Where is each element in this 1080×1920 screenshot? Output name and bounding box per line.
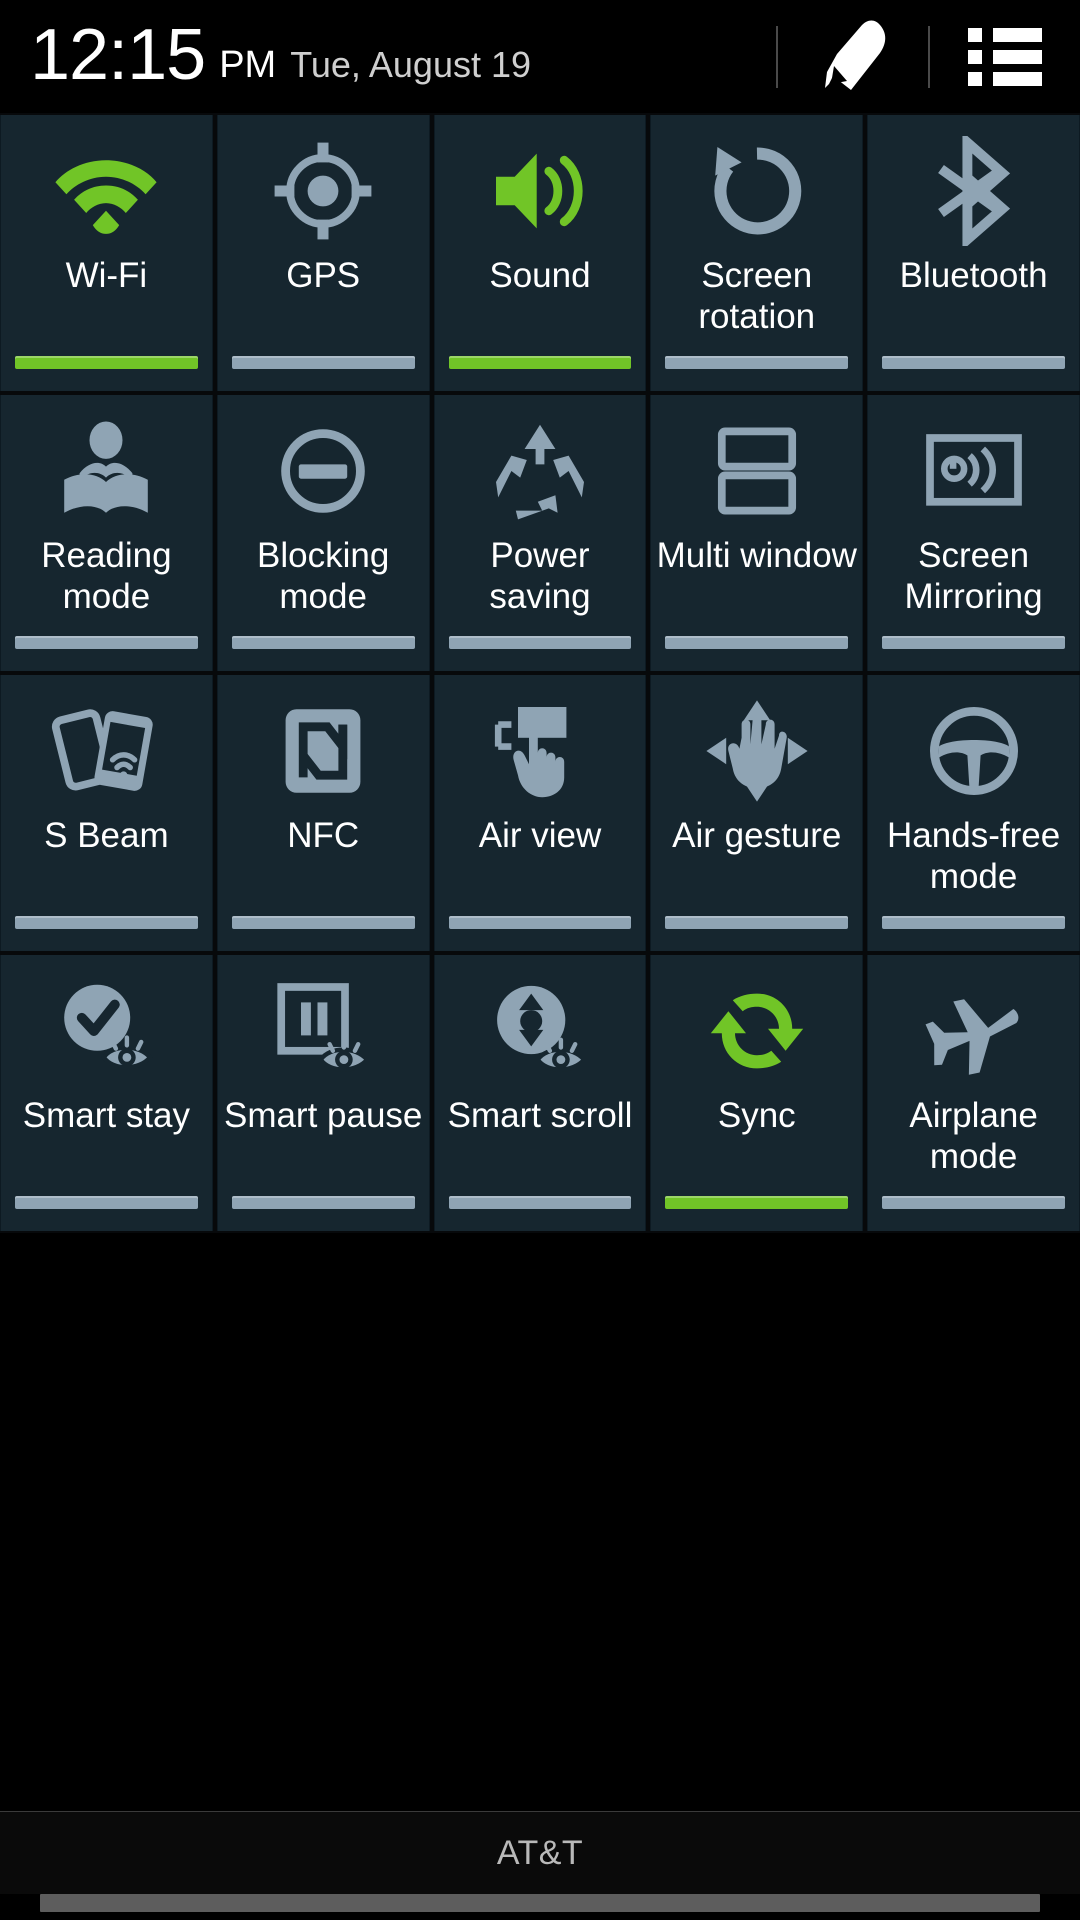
status-bar-clock-ampm: PM (219, 43, 277, 86)
sound-icon (435, 131, 646, 251)
status-bar-clock-time: 12:15 (30, 14, 206, 95)
quick-setting-tile-nfc[interactable]: NFC (216, 675, 430, 951)
nfc-icon (218, 691, 429, 811)
quick-setting-tile-reading-mode[interactable]: Reading mode (0, 395, 213, 671)
tile-label: Bluetooth (899, 256, 1048, 295)
quick-setting-tile-smart-scroll[interactable]: Smart scroll (433, 955, 647, 1231)
power-saving-icon (435, 411, 646, 531)
tile-state-indicator (231, 916, 415, 929)
tile-label: Wi-Fi (65, 256, 148, 295)
tile-state-indicator (448, 1196, 632, 1209)
tile-state-indicator (882, 916, 1065, 929)
tile-state-indicator (882, 1196, 1065, 1209)
quick-settings-grid: Wi-Fi GPS Sound Screen rotation Bluetooth Rea… (0, 113, 1080, 1233)
tile-state-indicator (15, 1196, 198, 1209)
quick-setting-tile-multi-window[interactable]: Multi window (650, 395, 864, 671)
quick-setting-tile-blocking-mode[interactable]: Blocking mode (216, 395, 430, 671)
tile-label: Power saving (489, 536, 591, 616)
panel-drag-handle[interactable] (40, 1894, 1040, 1912)
quick-setting-tile-smart-pause[interactable]: Smart pause (216, 955, 430, 1231)
air-view-icon (435, 691, 646, 811)
tile-label: Screen Mirroring (904, 536, 1043, 616)
pencil-icon (807, 8, 899, 105)
tile-state-indicator (448, 916, 632, 929)
quick-setting-tile-gps[interactable]: GPS (216, 115, 430, 391)
quick-setting-tile-screen-mirroring[interactable]: Screen Mirroring (867, 395, 1080, 671)
quick-setting-tile-smart-stay[interactable]: Smart stay (0, 955, 213, 1231)
tile-label: Blocking mode (257, 536, 390, 616)
quick-setting-tile-sound[interactable]: Sound (433, 115, 647, 391)
s-beam-icon (1, 691, 212, 811)
list-icon (968, 27, 1042, 86)
tile-label: GPS (286, 256, 361, 295)
quick-setting-tile-bluetooth[interactable]: Bluetooth (867, 115, 1080, 391)
tile-label: Hands-free mode (887, 816, 1061, 896)
tile-label: NFC (287, 816, 360, 855)
bluetooth-icon (868, 131, 1079, 251)
sync-icon (651, 971, 862, 1091)
tile-state-indicator (231, 636, 415, 649)
tile-state-indicator (231, 356, 415, 369)
tile-state-indicator (15, 916, 198, 929)
tile-label: Smart scroll (447, 1096, 633, 1135)
tile-label: Smart stay (22, 1096, 191, 1135)
quick-setting-tile-hands-free-mode[interactable]: Hands-free mode (867, 675, 1080, 951)
quick-setting-tile-screen-rotation[interactable]: Screen rotation (650, 115, 864, 391)
reading-mode-icon (1, 411, 212, 531)
tile-state-indicator (15, 356, 198, 369)
quick-setting-tile-airplane-mode[interactable]: Airplane mode (867, 955, 1080, 1231)
smart-scroll-icon (435, 971, 646, 1091)
tile-label: Sync (717, 1096, 796, 1135)
tile-state-indicator (882, 636, 1065, 649)
screen-rotation-icon (651, 131, 862, 251)
quick-setting-tile-air-gesture[interactable]: Air gesture (650, 675, 864, 951)
tile-state-indicator (448, 636, 632, 649)
tile-state-indicator (665, 916, 849, 929)
tile-label: S Beam (44, 816, 169, 855)
tile-state-indicator (665, 636, 849, 649)
quick-setting-tile-s-beam[interactable]: S Beam (0, 675, 213, 951)
tile-state-indicator (231, 1196, 415, 1209)
tile-label: Multi window (656, 536, 857, 575)
tile-state-indicator (15, 636, 198, 649)
air-gesture-icon (651, 691, 862, 811)
tile-label: Airplane mode (909, 1096, 1038, 1176)
hands-free-mode-icon (868, 691, 1079, 811)
quick-setting-tile-power-saving[interactable]: Power saving (433, 395, 647, 671)
tile-label: Reading mode (41, 536, 172, 616)
status-bar: 12:15 PM Tue, August 19 (0, 0, 1080, 113)
quick-setting-tile-sync[interactable]: Sync (650, 955, 864, 1231)
carrier-bar: AT&T (0, 1811, 1080, 1894)
smart-pause-icon (218, 971, 429, 1091)
edit-quick-settings-button[interactable] (778, 0, 928, 113)
notifications-list-button[interactable] (930, 0, 1080, 113)
gps-icon (218, 131, 429, 251)
notification-panel-body (0, 1233, 1080, 1811)
smart-stay-icon (1, 971, 212, 1091)
airplane-mode-icon (868, 971, 1079, 1091)
tile-label: Screen rotation (698, 256, 816, 336)
blocking-mode-icon (218, 411, 429, 531)
screen-mirroring-icon (868, 411, 1079, 531)
tile-label: Air view (478, 816, 602, 855)
quick-setting-tile-wi-fi[interactable]: Wi-Fi (0, 115, 213, 391)
tile-state-indicator (665, 1196, 849, 1209)
quick-setting-tile-air-view[interactable]: Air view (433, 675, 647, 951)
tile-state-indicator (882, 356, 1065, 369)
tile-label: Air gesture (672, 816, 842, 855)
tile-state-indicator (665, 356, 849, 369)
tile-state-indicator (448, 356, 632, 369)
wifi-icon (1, 131, 212, 251)
tile-label: Sound (489, 256, 591, 295)
tile-label: Smart pause (223, 1096, 423, 1135)
multi-window-icon (651, 411, 862, 531)
status-bar-date: Tue, August 19 (290, 43, 532, 85)
carrier-label: AT&T (496, 1833, 584, 1872)
